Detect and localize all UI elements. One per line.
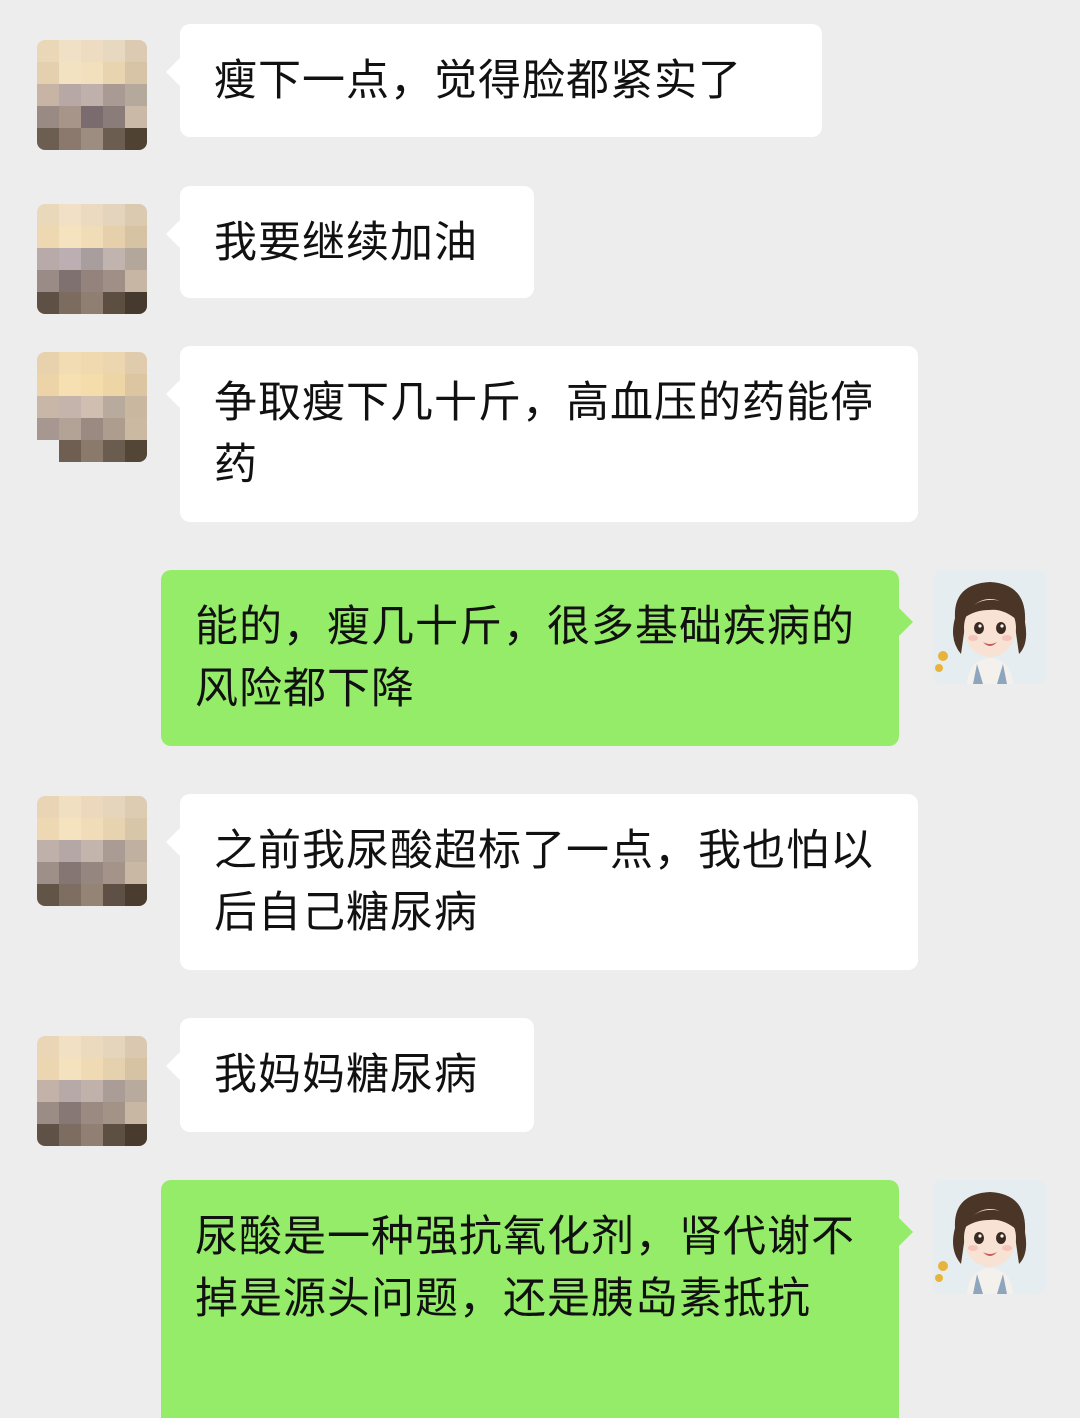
contact-avatar[interactable] (37, 204, 147, 314)
pixelated-avatar-icon (37, 40, 147, 150)
message-bubble[interactable]: 我妈妈糖尿病 (166, 1018, 534, 1132)
message-bubble[interactable]: 瘦下一点，觉得脸都紧实了 (166, 24, 822, 137)
message-bubble[interactable]: 我要继续加油 (166, 186, 534, 298)
message-text: 我妈妈糖尿病 (214, 1050, 478, 1100)
contact-avatar[interactable] (37, 1036, 147, 1146)
contact-avatar[interactable] (37, 796, 147, 906)
contact-avatar[interactable] (37, 40, 147, 150)
message-text: 之前我尿酸超标了一点，我也怕以后自己糖尿病 (214, 826, 874, 938)
pixelated-avatar-icon (37, 796, 147, 906)
message-text: 瘦下一点，觉得脸都紧实了 (214, 56, 742, 106)
my-avatar[interactable] (933, 1180, 1047, 1294)
my-avatar[interactable] (933, 570, 1047, 684)
message-text: 争取瘦下几十斤，高血压的药能停药 (214, 378, 874, 490)
cartoon-girl-avatar-icon (933, 570, 1047, 684)
message-bubble[interactable]: 能的，瘦几十斤，很多基础疾病的风险都下降 (161, 570, 913, 746)
message-text: 能的，瘦几十斤，很多基础疾病的风险都下降 (195, 602, 855, 714)
contact-avatar[interactable] (37, 352, 147, 462)
pixelated-avatar-icon (37, 352, 147, 462)
pixelated-avatar-icon (37, 1036, 147, 1146)
cartoon-girl-avatar-icon (933, 1180, 1047, 1294)
message-text: 尿酸是一种强抗氧化剂，肾代谢不掉是源头问题，还是胰岛素抵抗 (195, 1212, 855, 1324)
message-text: 我要继续加油 (214, 218, 478, 268)
message-bubble[interactable]: 争取瘦下几十斤，高血压的药能停药 (166, 346, 918, 522)
message-bubble[interactable]: 尿酸是一种强抗氧化剂，肾代谢不掉是源头问题，还是胰岛素抵抗 (161, 1180, 913, 1418)
message-bubble[interactable]: 之前我尿酸超标了一点，我也怕以后自己糖尿病 (166, 794, 918, 970)
pixelated-avatar-icon (37, 204, 147, 314)
